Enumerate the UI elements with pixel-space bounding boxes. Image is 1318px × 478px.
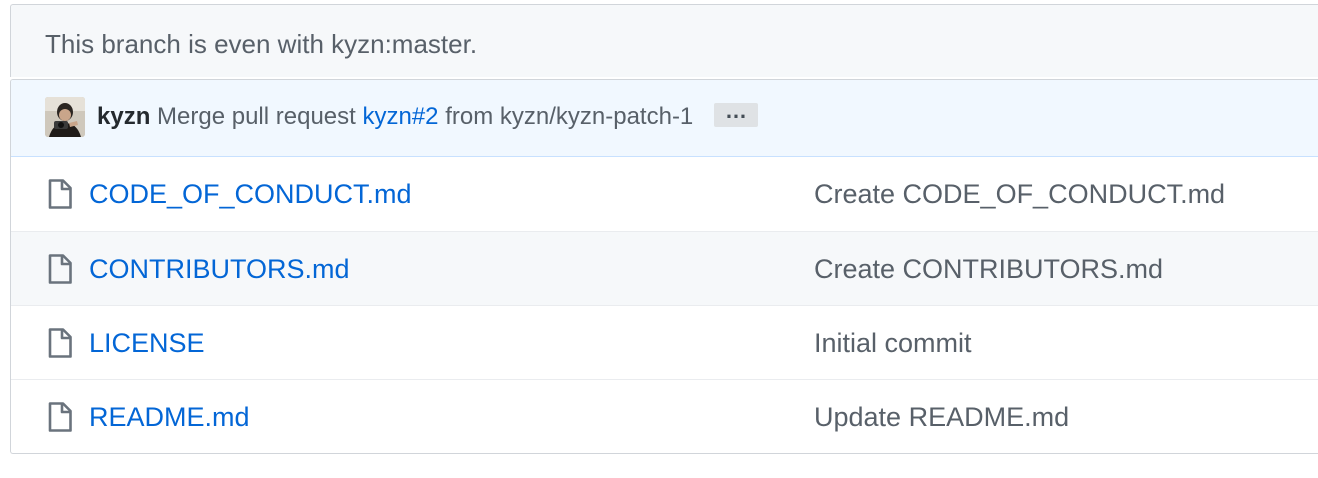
branch-status-bar: This branch is even with kyzn:master. — [10, 4, 1318, 77]
file-commit-message-link[interactable]: Update README.md — [814, 401, 1069, 433]
file-row: CODE_OF_CONDUCT.md Create CODE_OF_CONDUC… — [11, 157, 1318, 231]
file-row: README.md Update README.md — [11, 379, 1318, 453]
file-icon — [48, 328, 72, 358]
file-name-link[interactable]: CODE_OF_CONDUCT.md — [89, 178, 412, 210]
file-commit-message-link[interactable]: Create CODE_OF_CONDUCT.md — [814, 178, 1225, 210]
latest-commit-bar: kyzn Merge pull request kyzn#2 from kyzn… — [11, 80, 1318, 157]
avatar[interactable] — [45, 97, 85, 137]
file-list: kyzn Merge pull request kyzn#2 from kyzn… — [10, 79, 1318, 454]
file-commit-message-link[interactable]: Create CONTRIBUTORS.md — [814, 253, 1163, 285]
commit-summary: kyzn Merge pull request kyzn#2 from kyzn… — [97, 99, 758, 132]
expand-commit-message-button[interactable]: … — [713, 99, 758, 127]
file-icon — [48, 179, 72, 209]
file-icon — [48, 402, 72, 432]
commit-author-link[interactable]: kyzn — [97, 103, 150, 130]
commit-message-suffix[interactable]: from kyzn/kyzn-patch-1 — [445, 103, 693, 130]
commit-message-prefix[interactable]: Merge pull request — [157, 103, 356, 130]
file-row: LICENSE Initial commit — [11, 305, 1318, 379]
file-name-link[interactable]: CONTRIBUTORS.md — [89, 253, 350, 285]
pull-request-link[interactable]: kyzn#2 — [362, 103, 438, 130]
file-name-link[interactable]: README.md — [89, 401, 250, 433]
branch-status-text: This branch is even with kyzn:master. — [45, 29, 478, 59]
file-commit-message-link[interactable]: Initial commit — [814, 327, 972, 359]
file-icon — [48, 254, 72, 284]
file-name-link[interactable]: LICENSE — [89, 327, 205, 359]
user-avatar-icon — [45, 97, 85, 137]
file-row: CONTRIBUTORS.md Create CONTRIBUTORS.md — [11, 231, 1318, 305]
